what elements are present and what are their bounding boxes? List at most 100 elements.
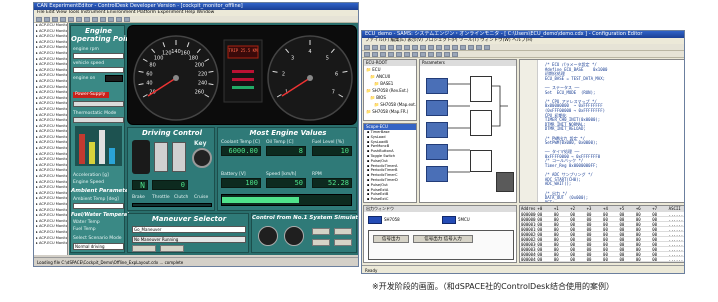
maneuver-start-button[interactable] [132, 245, 156, 252]
tree-item[interactable]: ▸ ACP-ECU Monitor Ctrl [34, 185, 67, 191]
tree-item[interactable]: ▸ ACP-ECU Monitor Ctrl [34, 79, 67, 85]
memory-cell: 00 [652, 232, 658, 236]
engine-title: Engine [85, 27, 112, 35]
project-tree-item[interactable]: 📁 SH7058 (Map.FR.) [364, 108, 416, 115]
code-editor[interactable]: /* ECU パラメータ設定 */ #define ECU_BASE 0x100… [519, 59, 684, 203]
sim-button-3[interactable] [312, 239, 330, 246]
memory-cell: 00 [619, 232, 625, 236]
power-supply-alert: Power-Supply [73, 92, 109, 98]
throttle-label: Throttle [152, 195, 170, 200]
tree-item[interactable]: ▸ ACP-ECU Monitor Ctrl [34, 146, 67, 152]
project-tree-item[interactable]: 📁 ANCU0 [364, 73, 416, 80]
sim-button-2[interactable] [334, 228, 352, 235]
memory-cell: 00 [586, 237, 592, 241]
parameter-list[interactable]: Scope-ECU ▪ TimerBase ▪ SysLoad ▪ SysLoadB… [363, 123, 417, 203]
power-supply-toggle[interactable] [73, 101, 124, 107]
tree-item[interactable]: ▸ ACP-ECU Monitor Ctrl [34, 230, 67, 236]
ev-label-5: Speed [km/h] [266, 172, 297, 177]
memory-cell: ........ [668, 237, 684, 241]
tree-item[interactable]: ▸ ACP-ECU Monitor Ctrl [34, 174, 67, 180]
project-tree-item[interactable]: 📁 BIOS [364, 94, 416, 101]
memory-cell: 00 [537, 232, 543, 236]
gauge-tick-label: 4 [308, 49, 311, 55]
memory-cell: 00 [553, 222, 559, 226]
accel-label: Acceleration [g] [73, 173, 109, 178]
ambient-temp-field[interactable] [73, 203, 124, 209]
logic-block-1[interactable] [470, 76, 492, 102]
tree-item[interactable]: ▸ ACP-ECU Monitor Ctrl [34, 118, 67, 124]
memory-cell: 0000028 [521, 237, 537, 241]
memory-cell: 00 [603, 222, 608, 226]
controldesk-window: CAN ExperimentEditor - ControlDesk Devel… [33, 2, 359, 267]
experiment-tree[interactable]: ▸ ACP-ECU Monitor Ctrl ▸ ACP-ECU Monitor … [34, 23, 68, 255]
vehicle-speed-field[interactable] [73, 67, 124, 73]
memory-cell: 00 [652, 252, 658, 256]
memory-cell: 00 [619, 227, 625, 231]
chip-block-4[interactable] [426, 144, 448, 160]
memory-row[interactable]: 00000480000000000000000........ [520, 257, 684, 262]
chip-block-2[interactable] [426, 100, 448, 116]
engine-on-switch[interactable] [105, 75, 123, 82]
brake-pedal[interactable] [154, 142, 168, 172]
parameter-items: ▪ TimerBase ▪ SysLoad ▪ SysLoadB ▪ PwrMoncB… [364, 130, 416, 202]
debugger-toolbar-2[interactable] [362, 51, 684, 58]
memory-cell: 00 [570, 247, 576, 251]
memory-cell: 0000018 [521, 227, 537, 231]
memory-window[interactable]: Address +0 +1 +2 +3 +4 +5 +6 +7 ASCII 0000000 00 00… [519, 205, 684, 263]
memory-cell: 00 [586, 252, 592, 256]
signal-out-button[interactable]: 信号出力 [373, 235, 409, 243]
cpu-block[interactable] [496, 172, 514, 192]
gear-knob[interactable] [132, 140, 150, 174]
logic-block-2[interactable] [470, 110, 492, 136]
chip-block-1[interactable] [426, 78, 448, 94]
logic-block-3[interactable] [470, 150, 492, 172]
sim-button-4[interactable] [334, 239, 352, 246]
maneuver-stop-button[interactable] [160, 245, 184, 252]
thermostatic-toggle[interactable] [73, 117, 124, 123]
memory-col-header: +0 [537, 206, 543, 211]
parameter-item[interactable]: ▪ PulseExtC [364, 197, 416, 202]
memory-cell: 00 [652, 247, 658, 251]
project-tree-item[interactable]: 📁 ECU [364, 66, 416, 73]
memory-rows: 00000000000000000000000........000000800… [520, 212, 684, 262]
tree-item[interactable]: ▸ ACP-ECU Monitor Ctrl [34, 62, 67, 68]
tree-item[interactable]: ▸ ACP-ECU Monitor Ctrl [34, 241, 67, 247]
tree-item[interactable]: ▸ ACP-ECU Monitor Ctrl [34, 51, 67, 57]
scenario-select[interactable]: Normal driving [73, 243, 124, 250]
memory-cell: 00 [570, 217, 576, 221]
maneuver-field[interactable]: Go_Maneuver [132, 226, 246, 233]
engine-rpm-field[interactable] [73, 53, 124, 59]
memory-cell: 00 [553, 232, 559, 236]
tree-item[interactable]: ▸ ACP-ECU Monitor Ctrl [34, 90, 67, 96]
memory-cell: 00 [652, 217, 658, 221]
ev-value-4: 100 [221, 178, 261, 188]
chip-block-5[interactable] [426, 166, 448, 182]
memory-cell: 00 [537, 252, 543, 256]
memory-cell: 00 [635, 232, 641, 236]
sim-knob-1[interactable] [258, 226, 278, 246]
project-tree-item[interactable]: 📁 BASE1 [364, 80, 416, 87]
project-tree[interactable]: ECU-ROOT 📁 ECU 📁 ANCU0 📁 BASE1 📁 SH7058 (Re… [363, 59, 417, 121]
debugger-toolbar-1[interactable] [362, 44, 684, 51]
memory-cell: 00 [553, 247, 559, 251]
project-tree-item[interactable]: 📁 SH7058 (Rev.Ext.) [364, 87, 416, 94]
tree-item[interactable]: ▸ ACP-ECU Monitor Ctrl [34, 202, 67, 208]
project-tree-item[interactable]: 📁 SH7058 (Map.ext.) [364, 101, 416, 108]
sim-knob-2[interactable] [284, 226, 304, 246]
tree-item[interactable]: ▸ ACP-ECU Monitor Ctrl [34, 107, 67, 113]
memory-cell: 0000038 [521, 247, 537, 251]
warn-light-3 [232, 86, 254, 89]
sim-button-1[interactable] [312, 228, 330, 235]
key-switch[interactable] [192, 148, 212, 168]
throttle-pedal[interactable] [172, 142, 186, 172]
drive-slider[interactable] [132, 203, 212, 207]
memory-cell: 00 [619, 257, 625, 261]
toolbar[interactable] [34, 16, 358, 23]
tree-item[interactable]: ▸ ACP-ECU Monitor Ctrl [34, 34, 67, 40]
memory-cell: 0000000 [521, 212, 537, 216]
chip-block-3[interactable] [426, 122, 448, 138]
tree-item[interactable]: ▸ ACP-ECU Monitor Ctrl [34, 23, 67, 29]
tree-item[interactable]: ▸ ACP-ECU Monitor Ctrl [34, 213, 67, 219]
ev-label-3: Fuel Level [%] [312, 140, 344, 145]
signal-io-button[interactable]: 信号出力 信号入力 [413, 235, 473, 243]
